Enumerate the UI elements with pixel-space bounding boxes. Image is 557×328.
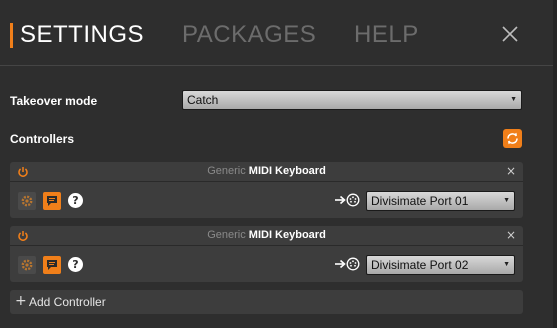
refresh-button[interactable] bbox=[503, 129, 522, 148]
takeover-mode-label: Takeover mode bbox=[10, 94, 98, 108]
active-tab-marker bbox=[10, 23, 13, 48]
refresh-icon bbox=[507, 132, 518, 145]
settings-button[interactable] bbox=[18, 192, 36, 210]
add-controller-button[interactable]: + Add Controller bbox=[10, 290, 523, 314]
chevron-down-icon: ▼ bbox=[503, 261, 510, 268]
help-icon[interactable]: ? bbox=[68, 193, 83, 208]
midi-port-icon bbox=[346, 193, 360, 207]
remove-icon[interactable]: × bbox=[506, 164, 516, 178]
settings-button[interactable] bbox=[18, 256, 36, 274]
port-select[interactable]: Divisimate Port 02 ▼ bbox=[366, 255, 515, 275]
controllers-label: Controllers bbox=[10, 132, 75, 146]
tab-help[interactable]: HELP bbox=[354, 20, 419, 50]
arrow-right-icon bbox=[335, 259, 346, 269]
port-value: Divisimate Port 02 bbox=[371, 258, 469, 272]
scrollbar-track[interactable] bbox=[553, 0, 557, 328]
takeover-mode-value: Catch bbox=[187, 93, 219, 107]
tab-bar: SETTINGS PACKAGES HELP bbox=[0, 0, 557, 66]
port-value: Divisimate Port 01 bbox=[371, 194, 469, 208]
chat-icon bbox=[47, 260, 57, 270]
controller-card-header: Generic MIDI Keyboard × bbox=[10, 162, 523, 182]
chevron-down-icon: ▼ bbox=[503, 197, 510, 204]
takeover-mode-select[interactable]: Catch ▼ bbox=[182, 90, 522, 110]
port-select[interactable]: Divisimate Port 01 ▼ bbox=[366, 191, 515, 211]
arrow-right-icon bbox=[335, 195, 346, 205]
close-icon[interactable] bbox=[500, 24, 520, 44]
comment-button[interactable] bbox=[43, 192, 61, 210]
comment-button[interactable] bbox=[43, 256, 61, 274]
controller-title: Generic MIDI Keyboard bbox=[10, 165, 523, 177]
add-controller-label: Add Controller bbox=[29, 295, 106, 309]
controller-card-header: Generic MIDI Keyboard × bbox=[10, 226, 523, 246]
controller-vendor: Generic bbox=[207, 165, 246, 177]
midi-port-icon bbox=[346, 257, 360, 271]
gear-icon bbox=[21, 259, 33, 271]
chat-icon bbox=[47, 196, 57, 206]
controller-model: MIDI Keyboard bbox=[248, 229, 326, 241]
controller-card: Generic MIDI Keyboard × ? Divisimate Por… bbox=[10, 162, 523, 218]
plus-icon: + bbox=[15, 293, 27, 309]
controller-model: MIDI Keyboard bbox=[248, 165, 326, 177]
chevron-down-icon: ▼ bbox=[510, 96, 517, 103]
controller-vendor: Generic bbox=[207, 229, 246, 241]
help-icon[interactable]: ? bbox=[68, 257, 83, 272]
tab-packages[interactable]: PACKAGES bbox=[182, 20, 316, 50]
gear-icon bbox=[21, 195, 33, 207]
tab-settings[interactable]: SETTINGS bbox=[20, 20, 144, 50]
controller-title: Generic MIDI Keyboard bbox=[10, 229, 523, 241]
remove-icon[interactable]: × bbox=[506, 228, 516, 242]
controller-card: Generic MIDI Keyboard × ? Divisimate Por… bbox=[10, 226, 523, 282]
